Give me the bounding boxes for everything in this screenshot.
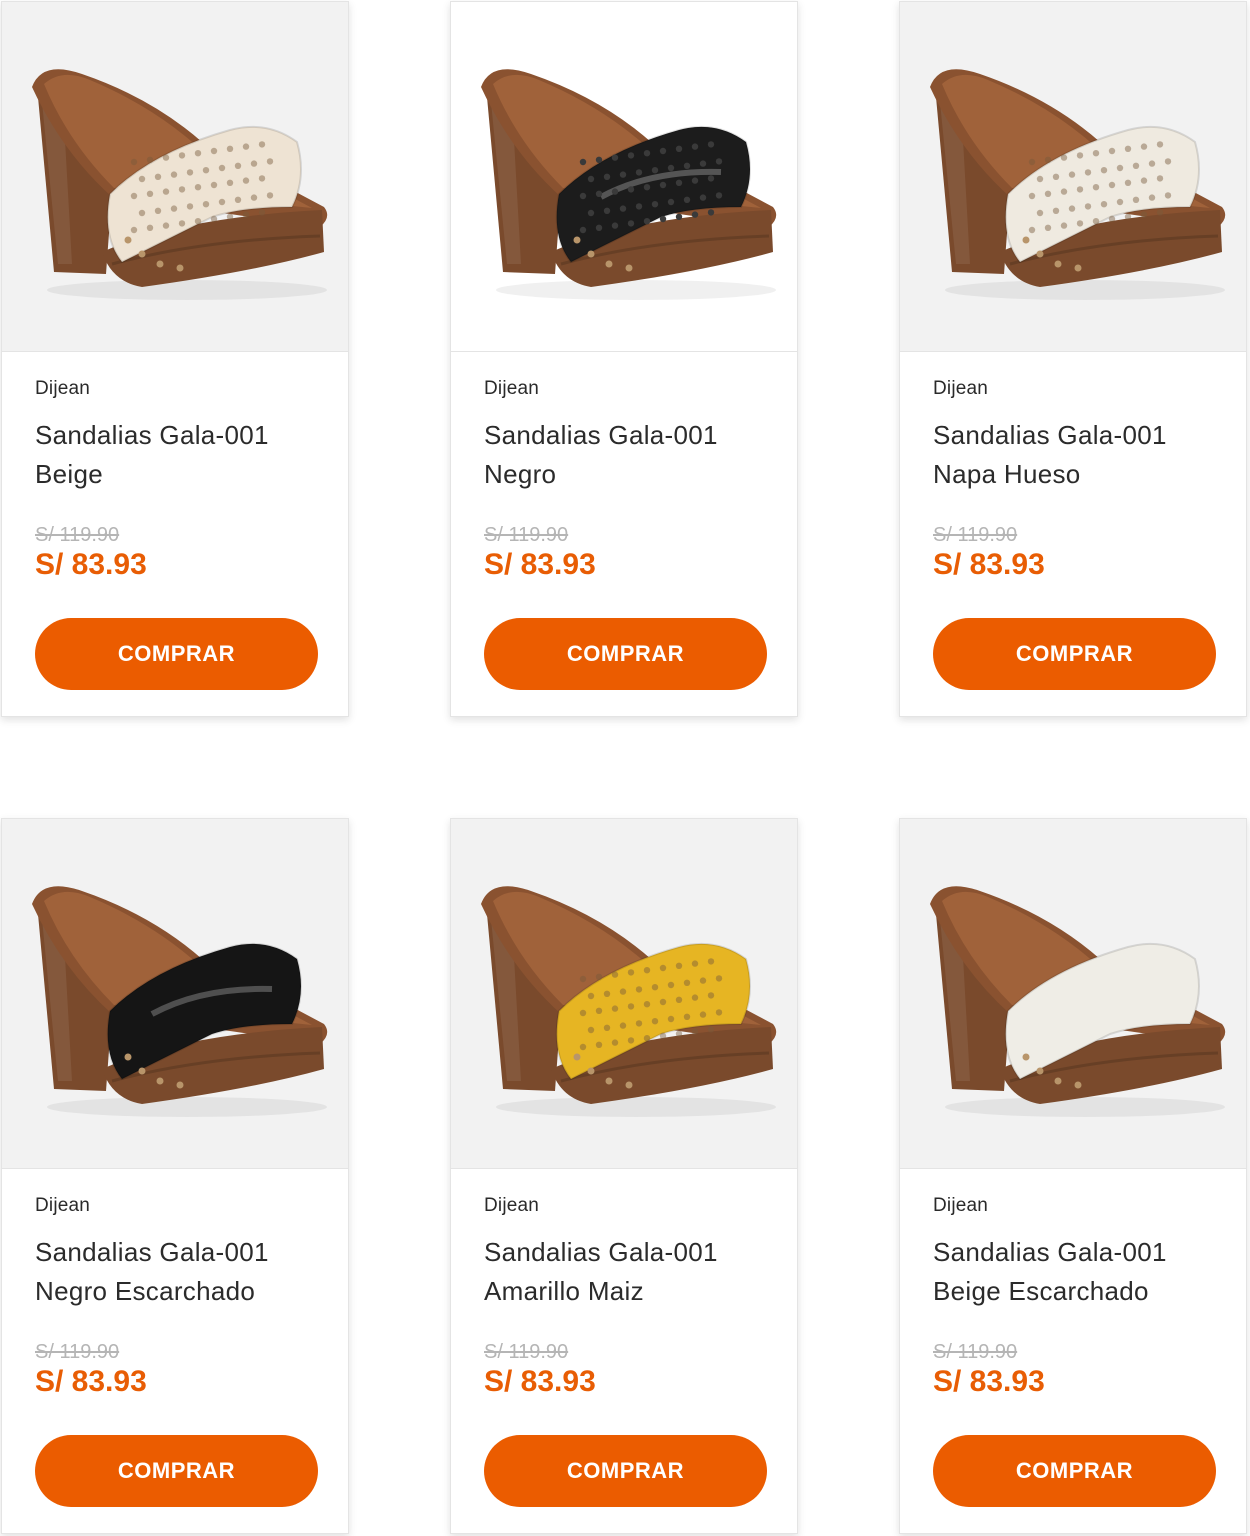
product-card[interactable]: Dijean Sandalias Gala-001 Negro S/ 119.9… xyxy=(450,1,798,717)
sandal-illustration xyxy=(451,2,797,351)
product-image[interactable] xyxy=(451,819,797,1169)
product-image[interactable] xyxy=(900,819,1246,1169)
sandal-illustration xyxy=(2,819,348,1168)
product-price: S/ 83.93 xyxy=(933,1365,1045,1398)
product-grid: Dijean Sandalias Gala-001 Beige S/ 119.9… xyxy=(0,0,1250,1536)
product-name[interactable]: Sandalias Gala-001 Amarillo Maiz xyxy=(484,1233,774,1311)
buy-button[interactable]: COMPRAR xyxy=(933,1435,1216,1507)
product-name[interactable]: Sandalias Gala-001 Beige xyxy=(35,416,325,494)
product-brand: Dijean xyxy=(35,1195,91,1216)
sandal-illustration xyxy=(2,2,348,351)
product-brand: Dijean xyxy=(35,378,91,399)
sandal-illustration xyxy=(451,819,797,1168)
product-card[interactable]: Dijean Sandalias Gala-001 Beige S/ 119.9… xyxy=(1,1,349,717)
product-old-price: S/ 119.90 xyxy=(35,1341,120,1363)
product-price: S/ 83.93 xyxy=(933,548,1045,581)
buy-button[interactable]: COMPRAR xyxy=(933,618,1216,690)
product-name[interactable]: Sandalias Gala-001 Negro Escarchado xyxy=(35,1233,325,1311)
product-price: S/ 83.93 xyxy=(35,1365,147,1398)
product-name[interactable]: Sandalias Gala-001 Beige Escarchado xyxy=(933,1233,1223,1311)
product-old-price: S/ 119.90 xyxy=(933,524,1018,546)
buy-button[interactable]: COMPRAR xyxy=(35,1435,318,1507)
product-old-price: S/ 119.90 xyxy=(933,1341,1018,1363)
product-old-price: S/ 119.90 xyxy=(484,1341,569,1363)
product-card[interactable]: Dijean Sandalias Gala-001 Beige Escarcha… xyxy=(899,818,1247,1534)
product-brand: Dijean xyxy=(933,378,989,399)
product-brand: Dijean xyxy=(484,378,540,399)
product-image[interactable] xyxy=(451,2,797,352)
buy-button[interactable]: COMPRAR xyxy=(484,1435,767,1507)
sandal-illustration xyxy=(900,2,1246,351)
sandal-illustration xyxy=(900,819,1246,1168)
product-card[interactable]: Dijean Sandalias Gala-001 Amarillo Maiz … xyxy=(450,818,798,1534)
product-card[interactable]: Dijean Sandalias Gala-001 Negro Escarcha… xyxy=(1,818,349,1534)
product-image[interactable] xyxy=(900,2,1246,352)
product-card[interactable]: Dijean Sandalias Gala-001 Napa Hueso S/ … xyxy=(899,1,1247,717)
product-old-price: S/ 119.90 xyxy=(484,524,569,546)
product-price: S/ 83.93 xyxy=(484,1365,596,1398)
product-price: S/ 83.93 xyxy=(484,548,596,581)
product-image[interactable] xyxy=(2,2,348,352)
product-name[interactable]: Sandalias Gala-001 Negro xyxy=(484,416,774,494)
product-name[interactable]: Sandalias Gala-001 Napa Hueso xyxy=(933,416,1223,494)
buy-button[interactable]: COMPRAR xyxy=(484,618,767,690)
product-brand: Dijean xyxy=(484,1195,540,1216)
product-old-price: S/ 119.90 xyxy=(35,524,120,546)
buy-button[interactable]: COMPRAR xyxy=(35,618,318,690)
product-image[interactable] xyxy=(2,819,348,1169)
product-brand: Dijean xyxy=(933,1195,989,1216)
product-price: S/ 83.93 xyxy=(35,548,147,581)
